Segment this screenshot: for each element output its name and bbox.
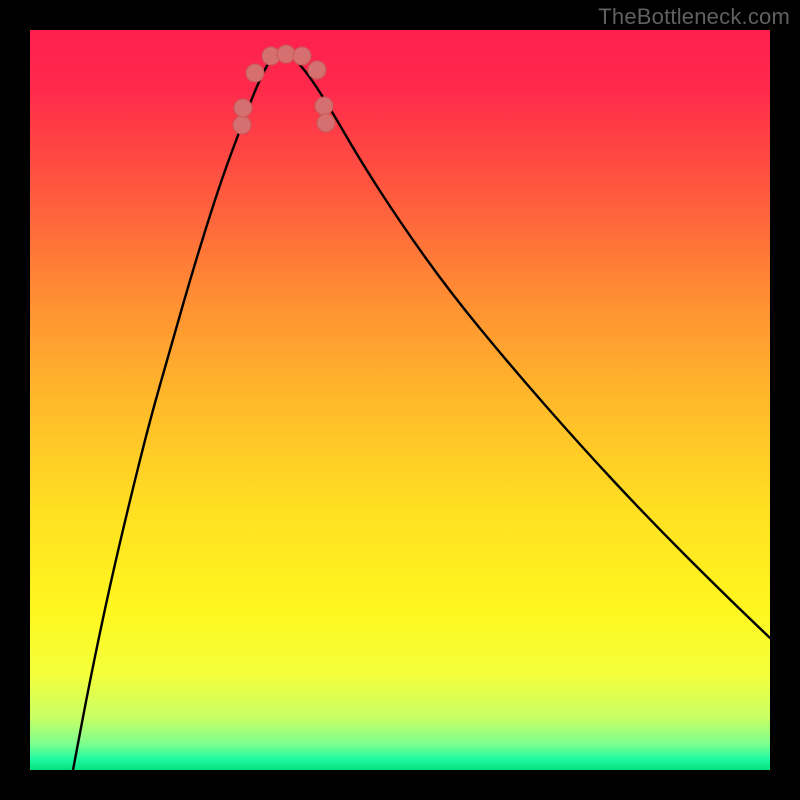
marker-dot (317, 114, 335, 132)
marker-dot (293, 47, 311, 65)
marker-dot (308, 61, 326, 79)
plot-svg (30, 30, 770, 770)
watermark-text: TheBottleneck.com (598, 4, 790, 30)
marker-dot (233, 116, 251, 134)
marker-dot (234, 99, 252, 117)
gradient-background (30, 30, 770, 770)
marker-dot (315, 97, 333, 115)
marker-dot (246, 64, 264, 82)
outer-black-frame: TheBottleneck.com (0, 0, 800, 800)
plot-area (30, 30, 770, 770)
marker-dot (277, 45, 295, 63)
